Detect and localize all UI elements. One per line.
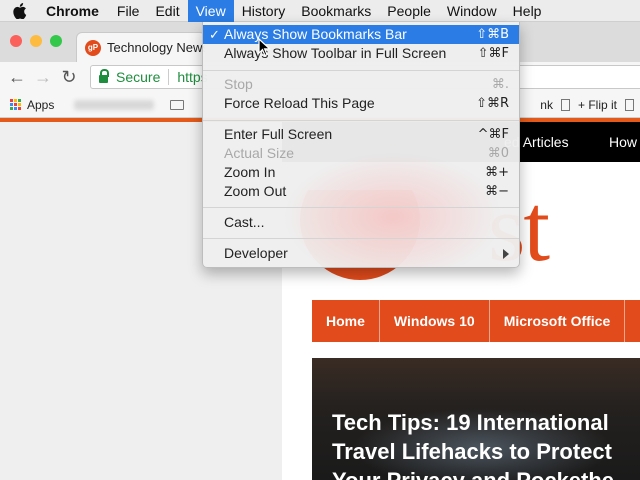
menu-divider	[203, 238, 519, 239]
bookmark-apps[interactable]: Apps	[27, 98, 54, 112]
secure-label: Secure	[116, 69, 161, 85]
menu-item-shortcut: ⌘.	[491, 77, 509, 92]
nav-link-how[interactable]: How	[609, 134, 637, 150]
menu-item-always-show-toolbar[interactable]: Always Show Toolbar in Full Screen ⇧⌘F	[203, 44, 519, 63]
bookmarks-right: nk + Flip it	[540, 92, 640, 118]
site-main-nav: Home Windows 10 Microsoft Office	[312, 300, 640, 342]
menu-item-label: Zoom Out	[224, 183, 287, 199]
menu-item-label: Zoom In	[224, 164, 276, 180]
back-arrow-icon[interactable]: ←	[4, 67, 30, 88]
headline-line: Tech Tips: 19 International	[332, 410, 609, 435]
window-controls	[10, 35, 62, 47]
reload-icon[interactable]: ↻	[56, 67, 82, 88]
checkmark-icon: ✓	[209, 27, 220, 42]
nav-microsoft-office[interactable]: Microsoft Office	[490, 300, 626, 342]
bookmark-flip-it[interactable]: + Flip it	[578, 98, 617, 112]
bookmark-item-nk[interactable]: nk	[540, 98, 553, 112]
lock-icon	[99, 69, 109, 83]
site-favicon-icon: gP	[85, 39, 101, 56]
page-icon	[625, 99, 634, 111]
menu-divider	[203, 207, 519, 208]
menu-item-cast[interactable]: Cast...	[203, 213, 519, 232]
apple-icon[interactable]	[0, 0, 40, 22]
menu-window[interactable]: Window	[439, 0, 505, 22]
menu-item-always-show-bookmarks-bar[interactable]: ✓ Always Show Bookmarks Bar ⇧⌘B	[203, 25, 519, 44]
menu-item-shortcut: ⌘+	[485, 165, 509, 180]
menu-divider	[203, 120, 519, 121]
menu-item-shortcut: ⌘0	[487, 146, 509, 161]
featured-headline[interactable]: Tech Tips: 19 International Travel Lifeh…	[332, 408, 614, 480]
minimize-window-button[interactable]	[30, 35, 42, 47]
menu-item-developer[interactable]: Developer	[203, 244, 519, 263]
menu-item-shortcut: ⇧⌘F	[477, 46, 509, 61]
menu-item-shortcut: ^⌘F	[477, 127, 509, 142]
featured-article[interactable]: Tech Tips: 19 International Travel Lifeh…	[312, 358, 640, 480]
menu-item-force-reload[interactable]: Force Reload This Page ⇧⌘R	[203, 94, 519, 113]
menu-app-name[interactable]: Chrome	[40, 0, 109, 22]
apps-grid-icon[interactable]	[10, 99, 21, 110]
address-divider	[168, 69, 170, 85]
headline-line: Your Privacy and Pockethe	[332, 466, 614, 480]
menu-item-label: Force Reload This Page	[224, 95, 375, 111]
mouse-cursor-icon	[258, 38, 272, 57]
forward-arrow-icon[interactable]: →	[30, 67, 56, 88]
menu-edit[interactable]: Edit	[147, 0, 187, 22]
view-menu-dropdown: ✓ Always Show Bookmarks Bar ⇧⌘B Always S…	[202, 22, 520, 268]
page-icon	[560, 99, 570, 111]
menu-item-actual-size[interactable]: Actual Size ⌘0	[203, 144, 519, 163]
headline-line: Travel Lifehacks to Protect	[332, 439, 612, 464]
menu-file[interactable]: File	[109, 0, 148, 22]
menu-view[interactable]: View	[187, 0, 234, 22]
menu-history[interactable]: History	[234, 0, 294, 22]
menu-people[interactable]: People	[379, 0, 439, 22]
bookmark-blurred[interactable]	[74, 99, 155, 110]
submenu-arrow-icon	[503, 249, 509, 259]
menu-item-enter-full-screen[interactable]: Enter Full Screen ^⌘F	[203, 125, 519, 144]
menu-item-label: Enter Full Screen	[224, 126, 333, 142]
browser-tab[interactable]: gP Technology News	[76, 32, 206, 62]
menu-help[interactable]: Help	[505, 0, 550, 22]
menu-item-zoom-out[interactable]: Zoom Out ⌘−	[203, 182, 519, 201]
menu-item-label: Stop	[224, 76, 253, 92]
menu-item-zoom-in[interactable]: Zoom In ⌘+	[203, 163, 519, 182]
menu-item-stop[interactable]: Stop ⌘.	[203, 75, 519, 94]
menubar: Chrome File Edit View History Bookmarks …	[0, 0, 640, 22]
menu-bookmarks[interactable]: Bookmarks	[293, 0, 379, 22]
tab-title: Technology News	[107, 40, 206, 55]
menu-item-label: Always Show Bookmarks Bar	[224, 26, 407, 42]
nav-home[interactable]: Home	[312, 300, 380, 342]
menu-divider	[203, 70, 519, 71]
nav-windows-10[interactable]: Windows 10	[380, 300, 490, 342]
zoom-window-button[interactable]	[50, 35, 62, 47]
menu-item-label: Actual Size	[224, 145, 295, 161]
menu-item-label: Cast...	[224, 214, 265, 230]
menu-item-shortcut: ⇧⌘R	[476, 96, 509, 111]
close-window-button[interactable]	[10, 35, 22, 47]
menu-item-shortcut: ⇧⌘B	[476, 27, 509, 42]
menu-item-label: Developer	[224, 245, 288, 261]
folder-icon[interactable]	[170, 99, 185, 110]
menu-item-shortcut: ⌘−	[485, 184, 509, 199]
